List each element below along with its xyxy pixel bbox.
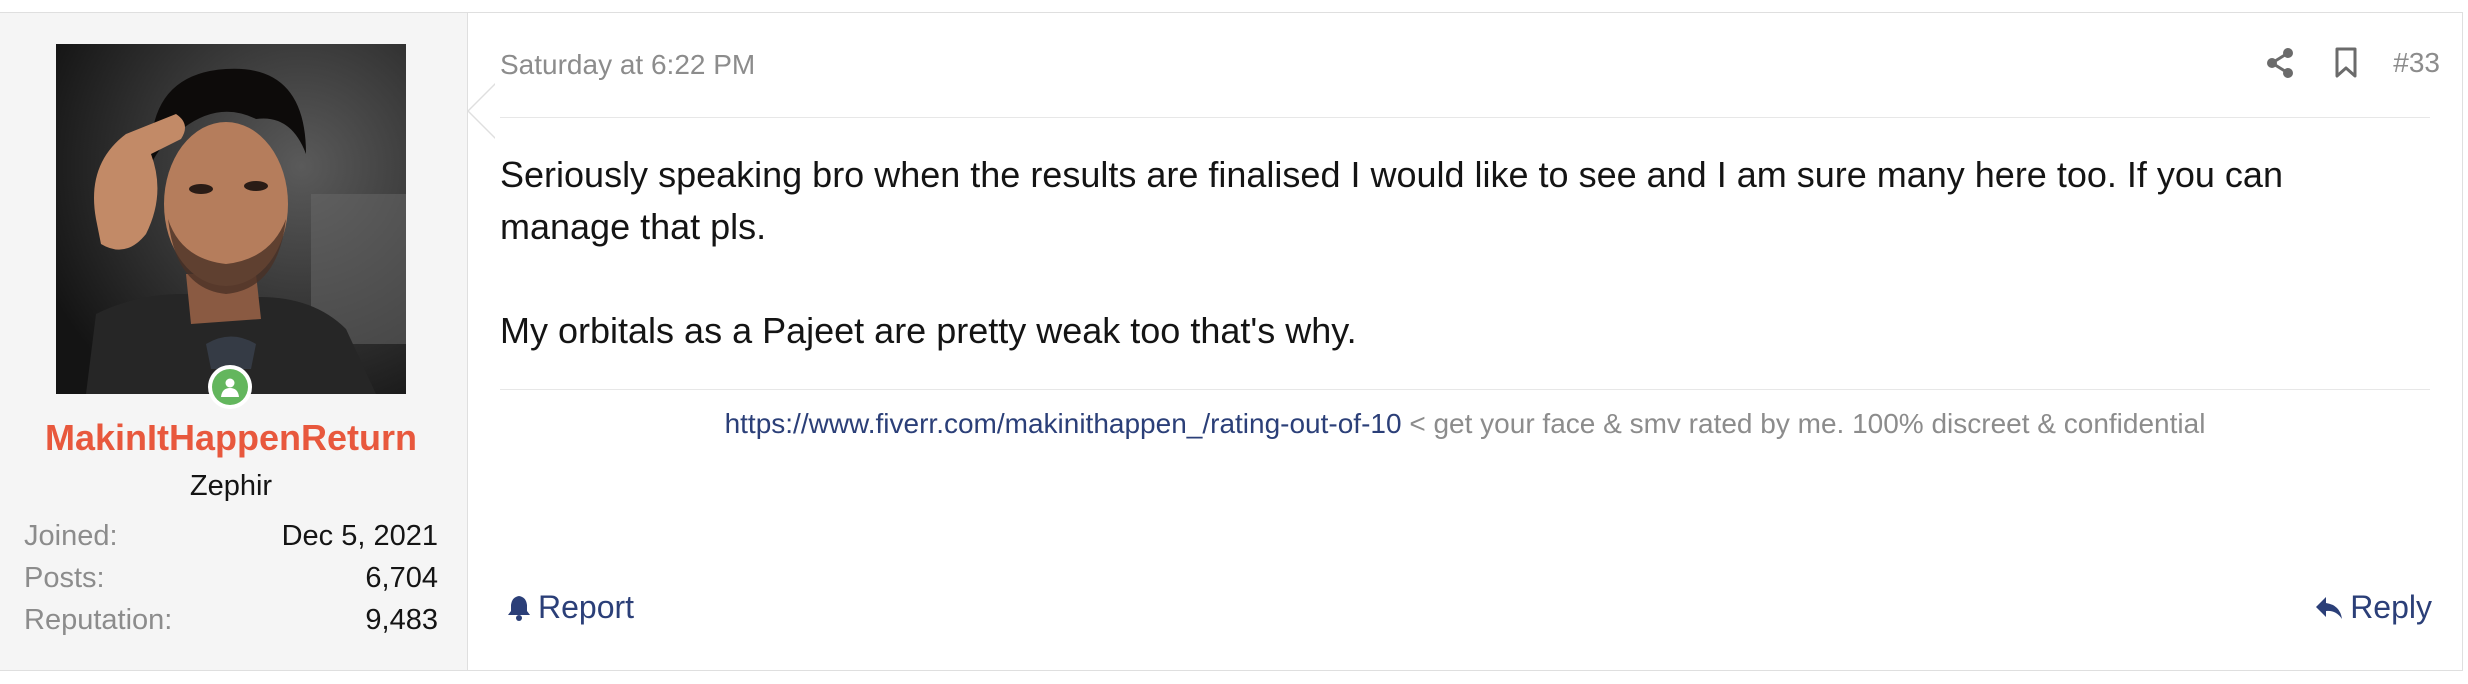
report-label: Report: [538, 589, 635, 625]
reply-arrow-icon: [2316, 596, 2343, 619]
share-icon[interactable]: [2263, 43, 2297, 83]
reply-label: Reply: [2350, 589, 2432, 625]
stat-value: 6,704: [365, 562, 438, 594]
stat-joined: Joined: Dec 5, 2021: [24, 515, 438, 557]
post-body: Seriously speaking bro when the results …: [500, 149, 2402, 357]
signature-link[interactable]: https://www.fiverr.com/makinithappen_/ra…: [725, 408, 1402, 439]
bookmark-icon[interactable]: [2329, 43, 2363, 83]
stat-label: Reputation:: [24, 604, 173, 636]
stat-value: 9,483: [365, 604, 438, 636]
post-paragraph: My orbitals as a Pajeet are pretty weak …: [500, 310, 1357, 351]
online-status-icon: [208, 365, 252, 409]
report-button[interactable]: Report: [506, 589, 634, 626]
signature-text: < get your face & smv rated by me. 100% …: [1401, 408, 2206, 439]
bell-icon: [508, 595, 530, 621]
reply-button[interactable]: Reply: [2314, 589, 2432, 626]
user-stats: Joined: Dec 5, 2021 Posts: 6,704 Reputat…: [24, 515, 438, 641]
header-divider: [500, 117, 2430, 118]
post-header-actions: #33: [2231, 43, 2440, 83]
stat-label: Posts:: [24, 562, 105, 594]
post-date[interactable]: Saturday at 6:22 PM: [500, 49, 755, 81]
username-link[interactable]: MakinItHappenReturn: [0, 417, 462, 459]
stat-reputation: Reputation: 9,483: [24, 599, 438, 641]
post-number[interactable]: #33: [2393, 47, 2440, 79]
signature: https://www.fiverr.com/makinithappen_/ra…: [468, 408, 2462, 440]
avatar[interactable]: [56, 44, 406, 394]
user-info-panel: MakinItHappenReturn Zephir Joined: Dec 5…: [0, 13, 496, 670]
forum-post: MakinItHappenReturn Zephir Joined: Dec 5…: [0, 12, 2463, 671]
post-content: Saturday at 6:22 PM #33 Seriously speaki…: [468, 13, 2462, 670]
stat-label: Joined:: [24, 520, 118, 552]
stat-value: Dec 5, 2021: [281, 520, 438, 552]
post-paragraph: Seriously speaking bro when the results …: [500, 154, 2283, 247]
signature-divider: [500, 389, 2430, 390]
stat-posts: Posts: 6,704: [24, 557, 438, 599]
user-title: Zephir: [189, 470, 273, 502]
